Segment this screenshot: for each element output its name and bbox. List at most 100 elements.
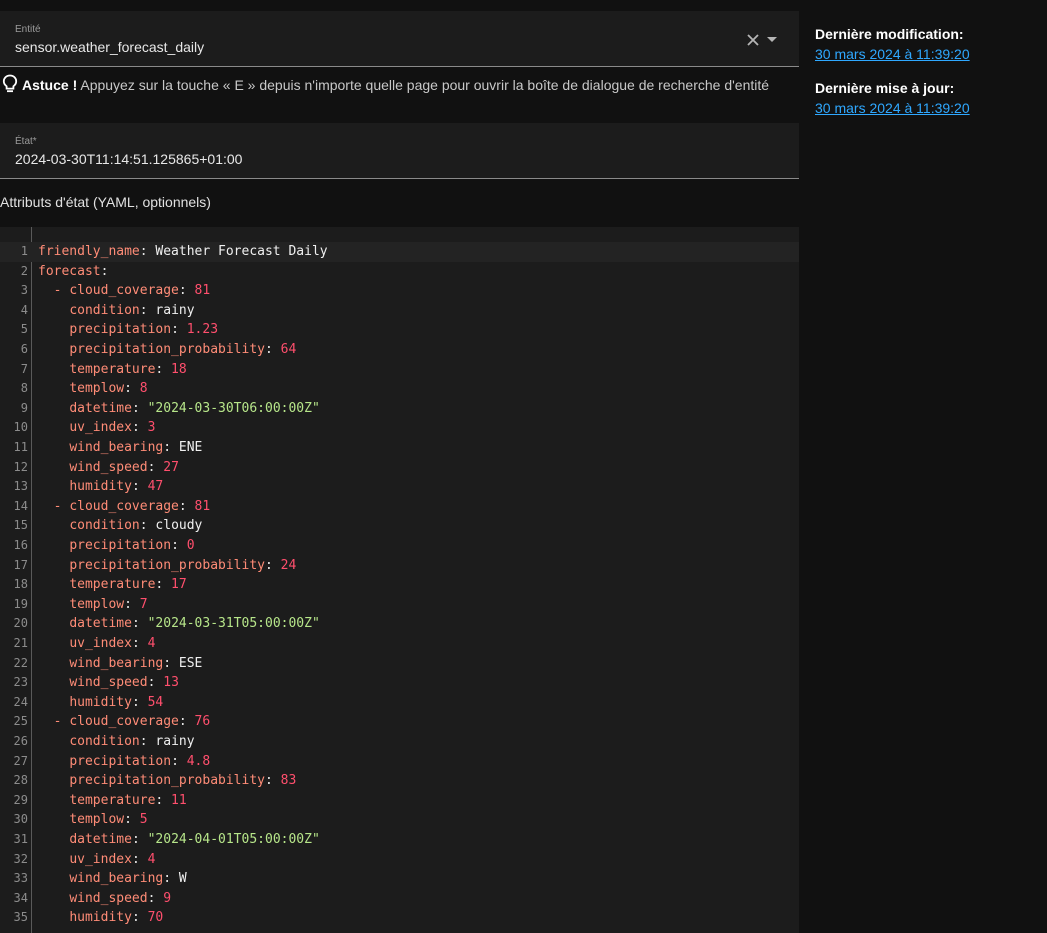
code-content: condition: rainy — [69, 302, 195, 318]
yaml-value: 4 — [139, 851, 156, 867]
entity-picker[interactable]: Entité sensor.weather_forecast_daily — [0, 11, 799, 67]
code-line[interactable]: 29 temperature: 11 — [0, 791, 799, 811]
code-line[interactable]: 21 uv_index: 4 — [0, 634, 799, 654]
state-value[interactable]: 2024-03-30T11:14:51.125865+01:00 — [15, 151, 242, 167]
yaml-value: Weather Forecast Daily — [147, 244, 328, 259]
code-line[interactable]: 34 wind_speed: 9 — [0, 889, 799, 909]
line-number: 12 — [13, 459, 28, 474]
code-content: wind_speed: 13 — [69, 675, 179, 691]
yaml-value: 0 — [178, 538, 195, 553]
code-content: precipitation_probability: 64 — [69, 342, 297, 357]
yaml-key: wind_speed — [69, 675, 148, 691]
code-line[interactable]: 12 wind_speed: 27 — [0, 458, 799, 478]
yaml-key: wind_speed — [69, 890, 148, 906]
code-line[interactable]: 8 templow: 8 — [0, 379, 799, 399]
code-line[interactable]: 10 uv_index: 3 — [0, 418, 799, 438]
code-content: datetime: "2024-04-01T05:00:00Z" — [69, 832, 320, 847]
code-content: uv_index: 4 — [69, 636, 156, 651]
yaml-value: 4 — [139, 636, 156, 651]
tip-bold: Astuce ! — [22, 77, 78, 93]
code-content: uv_index: 4 — [69, 851, 156, 867]
code-line[interactable]: 6 precipitation_probability: 64 — [0, 340, 799, 360]
code-content: - cloud_coverage: 81 — [38, 498, 211, 514]
entity-value[interactable]: sensor.weather_forecast_daily — [15, 39, 204, 55]
yaml-key: templow — [69, 596, 125, 612]
code-line[interactable]: 9 datetime: "2024-03-30T06:00:00Z" — [0, 399, 799, 419]
code-line[interactable]: 26 condition: rainy — [0, 732, 799, 752]
yaml-key: cloud_coverage — [69, 283, 179, 299]
code-line[interactable]: 13 humidity: 47 — [0, 477, 799, 497]
yaml-key: precipitation_probability — [69, 557, 265, 573]
last-changed-link[interactable]: 30 mars 2024 à 11:39:20 — [815, 46, 970, 62]
code-line[interactable]: 23 wind_speed: 13 — [0, 673, 799, 693]
yaml-value: 9 — [155, 890, 172, 906]
yaml-editor[interactable]: 1 friendly_name: Weather Forecast Daily 2 f… — [0, 227, 799, 933]
line-number: 30 — [13, 812, 28, 827]
code-content: precipitation: 0 — [69, 538, 195, 553]
chevron-down-icon[interactable] — [767, 37, 777, 42]
line-number: 32 — [13, 851, 28, 866]
yaml-value: "2024-03-30T06:00:00Z" — [139, 400, 320, 416]
line-number: 15 — [13, 518, 28, 533]
line-number: 17 — [13, 557, 28, 572]
last-updated-link[interactable]: 30 mars 2024 à 11:39:20 — [815, 100, 970, 116]
code-line[interactable]: 30 templow: 5 — [0, 810, 799, 830]
code-content: humidity: 47 — [69, 479, 164, 495]
code-line[interactable]: 18 temperature: 17 — [0, 575, 799, 595]
code-line[interactable]: 27 precipitation: 4.8 — [0, 752, 799, 772]
line-number: 18 — [13, 577, 28, 592]
yaml-value: cloudy — [147, 518, 203, 534]
code-line[interactable]: 28 precipitation_probability: 83 — [0, 771, 799, 791]
code-line[interactable]: 22 wind_bearing: ESE — [0, 654, 799, 674]
last-changed-link-wrap: 30 mars 2024 à 11:39:20 — [815, 46, 970, 62]
line-number: 6 — [20, 342, 28, 356]
yaml-key: datetime — [69, 616, 132, 632]
yaml-key: condition — [69, 302, 140, 318]
code-content: datetime: "2024-03-31T05:00:00Z" — [69, 616, 320, 632]
code-line[interactable]: 20 datetime: "2024-03-31T05:00:00Z" — [0, 614, 799, 634]
code-line[interactable]: 11 wind_bearing: ENE — [0, 438, 799, 458]
code-line[interactable]: 19 templow: 7 — [0, 595, 799, 615]
code-line[interactable]: 17 precipitation_probability: 24 — [0, 556, 799, 576]
line-number: 20 — [13, 616, 28, 631]
yaml-value: ENE — [171, 440, 203, 455]
clear-icon[interactable] — [744, 31, 762, 49]
line-number: 16 — [13, 538, 28, 552]
code-line[interactable]: 32 uv_index: 4 — [0, 850, 799, 870]
code-content: uv_index: 3 — [69, 420, 156, 436]
code-line[interactable]: 4 condition: rainy — [0, 301, 799, 321]
code-line[interactable]: 16 precipitation: 0 — [0, 536, 799, 556]
line-number: 34 — [13, 890, 28, 905]
line-number: 25 — [13, 714, 28, 729]
yaml-value: "2024-04-01T05:00:00Z" — [139, 832, 320, 847]
yaml-key: datetime — [69, 400, 132, 416]
tip-text: Appuyez sur la touche « E » depuis n'imp… — [77, 77, 770, 93]
code-line[interactable]: 2 forecast: — [0, 262, 799, 282]
lightbulb-icon — [2, 74, 18, 93]
line-number: 3 — [20, 283, 28, 298]
code-content: templow: 8 — [69, 381, 148, 397]
yaml-value: "2024-03-31T05:00:00Z" — [139, 616, 320, 632]
state-field[interactable]: État* 2024-03-30T11:14:51.125865+01:00 — [0, 123, 799, 179]
code-line[interactable]: 25 - cloud_coverage: 76 — [0, 712, 799, 732]
code-line[interactable]: 33 wind_bearing: W — [0, 869, 799, 889]
line-number: 13 — [13, 479, 28, 494]
line-number: 31 — [13, 832, 28, 846]
code-content: humidity: 70 — [69, 910, 164, 926]
code-line[interactable]: 15 condition: cloudy — [0, 516, 799, 536]
code-line[interactable]: 3 - cloud_coverage: 81 — [0, 281, 799, 301]
yaml-key: precipitation — [69, 753, 172, 769]
line-number: 27 — [13, 753, 28, 768]
code-line[interactable]: 24 humidity: 54 — [0, 693, 799, 713]
yaml-value: 76 — [186, 714, 211, 730]
code-line[interactable]: 14 - cloud_coverage: 81 — [0, 497, 799, 517]
yaml-value: 1.23 — [178, 322, 219, 338]
yaml-value: W — [171, 871, 187, 887]
code-line[interactable]: 35 humidity: 70 — [0, 908, 799, 928]
code-line[interactable]: 31 datetime: "2024-04-01T05:00:00Z" — [0, 830, 799, 850]
yaml-key: wind_bearing — [69, 655, 164, 671]
code-line[interactable]: 5 precipitation: 1.23 — [0, 320, 799, 340]
code-line[interactable]: 7 temperature: 18 — [0, 360, 799, 380]
yaml-value: 27 — [155, 459, 179, 475]
code-line[interactable]: 1 friendly_name: Weather Forecast Daily — [0, 242, 799, 262]
